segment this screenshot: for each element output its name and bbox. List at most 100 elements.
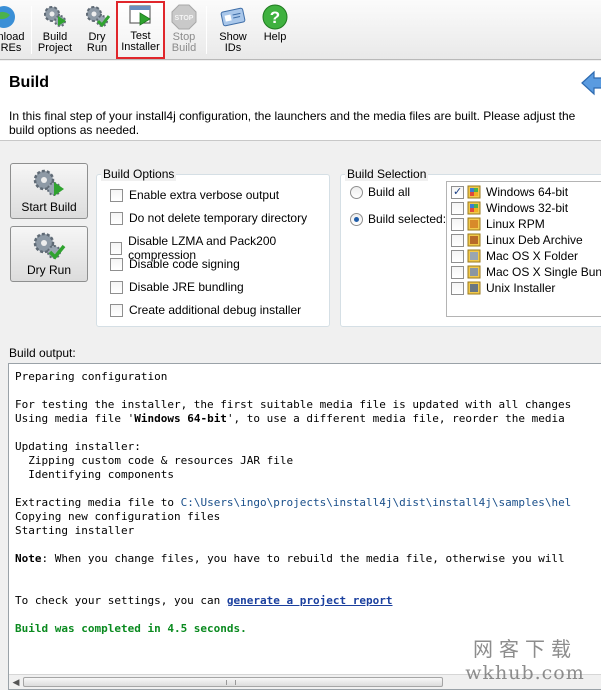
media-file-icon bbox=[467, 217, 481, 231]
output-line: Preparing configuration bbox=[15, 370, 168, 383]
dry-run-label: Dry Run bbox=[86, 31, 108, 54]
option-label: Disable JRE bundling bbox=[129, 280, 244, 294]
checkbox-checked[interactable] bbox=[451, 185, 464, 199]
option-label: Do not delete temporary directory bbox=[129, 211, 308, 225]
option-label: Create additional debug installer bbox=[129, 303, 302, 317]
watermark-line1: 网客下载 bbox=[473, 637, 577, 661]
output-line: Copying new configuration files bbox=[15, 510, 221, 523]
option-label: Disable code signing bbox=[129, 257, 240, 271]
output-line: Starting installer bbox=[15, 524, 135, 537]
option-debug-installer[interactable]: Create additional debug installer bbox=[110, 303, 301, 317]
output-line: Identifying components bbox=[15, 468, 174, 481]
show-ids-label: Show IDs bbox=[219, 31, 247, 54]
dry-run-button[interactable]: Dry Run bbox=[80, 3, 114, 57]
build-selection-group: Build Selection Build all Build selected… bbox=[340, 167, 601, 327]
grip-icon bbox=[226, 680, 236, 685]
show-ids-button[interactable]: Show IDs bbox=[213, 3, 253, 57]
svg-text:STOP: STOP bbox=[175, 15, 194, 22]
watermark: 网客下载 wkhub.com bbox=[455, 633, 595, 684]
option-keep-temp[interactable]: Do not delete temporary directory bbox=[110, 211, 307, 225]
build-output-label: Build output: bbox=[9, 346, 76, 360]
output-line: For testing the installer, the first sui… bbox=[15, 398, 572, 411]
download-jres-button[interactable]: nload REs bbox=[0, 3, 26, 57]
checkbox[interactable] bbox=[451, 265, 464, 279]
output-line: To check your settings, you can generate… bbox=[15, 594, 393, 607]
start-build-label: Start Build bbox=[21, 200, 77, 214]
checkbox[interactable] bbox=[451, 233, 464, 247]
help-button[interactable]: ? Help bbox=[259, 3, 291, 57]
build-selected-label: Build selected: bbox=[368, 212, 447, 226]
list-item[interactable]: Linux Deb Archive bbox=[451, 232, 583, 248]
stop-sign-icon: STOP bbox=[171, 4, 197, 30]
gears-build-icon bbox=[33, 169, 64, 196]
scrollbar-thumb[interactable] bbox=[23, 677, 443, 687]
toolbar: nload REs Build Project Dry Run Test Ins… bbox=[0, 0, 601, 60]
option-verbose[interactable]: Enable extra verbose output bbox=[110, 188, 279, 202]
list-item[interactable]: Linux RPM bbox=[451, 216, 545, 232]
media-file-icon bbox=[467, 265, 481, 279]
build-all-label: Build all bbox=[368, 185, 411, 199]
list-item[interactable]: Windows 64-bit bbox=[451, 184, 568, 200]
svg-text:?: ? bbox=[270, 8, 280, 27]
option-disable-jre[interactable]: Disable JRE bundling bbox=[110, 280, 244, 294]
radio[interactable] bbox=[350, 185, 363, 199]
list-item[interactable]: Mac OS X Folder bbox=[451, 248, 578, 264]
media-file-icon bbox=[467, 233, 481, 247]
list-item[interactable]: Unix Installer bbox=[451, 280, 555, 296]
build-all-radio[interactable]: Build all bbox=[350, 185, 410, 199]
list-item[interactable]: Windows 32-bit bbox=[451, 200, 568, 216]
media-label: Mac OS X Folder bbox=[486, 249, 579, 263]
checkbox[interactable] bbox=[451, 249, 464, 263]
dry-run-big-label: Dry Run bbox=[26, 263, 71, 277]
list-item[interactable]: Mac OS X Single Bundle bbox=[451, 264, 601, 280]
gears-build-icon bbox=[44, 6, 66, 27]
gears-check-icon bbox=[86, 6, 110, 28]
media-file-icon bbox=[467, 281, 481, 295]
toolbar-separator bbox=[206, 6, 207, 54]
window-play-icon bbox=[128, 5, 151, 26]
build-options-group: Build Options Enable extra verbose outpu… bbox=[96, 167, 330, 327]
media-label: Unix Installer bbox=[486, 281, 556, 295]
build-project-button[interactable]: Build Project bbox=[36, 3, 74, 57]
stop-build-button[interactable]: STOP Stop Build bbox=[168, 3, 200, 57]
media-file-list[interactable]: Windows 64-bit Windows 32-bit Linux RPM … bbox=[446, 181, 601, 317]
radio-selected[interactable] bbox=[350, 212, 363, 226]
checkbox[interactable] bbox=[110, 303, 123, 317]
checkbox[interactable] bbox=[451, 281, 464, 295]
scroll-left-icon[interactable]: ◀ bbox=[11, 677, 21, 687]
checkbox[interactable] bbox=[110, 188, 123, 202]
test-installer-button[interactable]: Test Installer bbox=[116, 1, 165, 59]
media-label: Windows 32-bit bbox=[486, 201, 569, 215]
media-file-icon bbox=[467, 249, 481, 263]
watermark-line2: wkhub.com bbox=[465, 662, 585, 684]
build-options-title: Build Options bbox=[101, 167, 177, 181]
output-line: Note: When you change files, you have to… bbox=[15, 552, 565, 565]
checkbox[interactable] bbox=[451, 201, 464, 215]
checkbox[interactable] bbox=[110, 280, 123, 294]
output-line-success: Build was completed in 4.5 seconds. bbox=[15, 622, 247, 635]
page-title: Build bbox=[9, 74, 49, 91]
output-line: Zipping custom code & resources JAR file bbox=[15, 454, 294, 467]
checkbox[interactable] bbox=[451, 217, 464, 231]
generate-report-link[interactable]: generate a project report bbox=[227, 594, 393, 607]
help-label: Help bbox=[263, 31, 287, 43]
media-label: Linux RPM bbox=[486, 217, 545, 231]
media-file-icon bbox=[467, 201, 481, 215]
option-disable-signing[interactable]: Disable code signing bbox=[110, 257, 240, 271]
toolbar-separator bbox=[31, 6, 32, 54]
build-selected-radio[interactable]: Build selected: bbox=[350, 212, 446, 226]
checkbox[interactable] bbox=[110, 211, 123, 225]
start-build-button[interactable]: Start Build bbox=[10, 163, 88, 219]
build-selection-title: Build Selection bbox=[345, 167, 429, 181]
dry-run-big-button[interactable]: Dry Run bbox=[10, 226, 88, 282]
output-line: Updating installer: bbox=[15, 440, 141, 453]
media-label: Linux Deb Archive bbox=[486, 233, 583, 247]
output-line: Using media file 'Windows 64-bit', to us… bbox=[15, 412, 565, 425]
help-question-icon: ? bbox=[262, 4, 288, 30]
gears-check-icon bbox=[33, 232, 66, 260]
checkbox[interactable] bbox=[110, 241, 123, 255]
back-arrow-icon[interactable] bbox=[580, 69, 601, 97]
build-project-label: Build Project bbox=[37, 31, 73, 54]
checkbox[interactable] bbox=[110, 257, 123, 271]
download-jres-label: nload REs bbox=[0, 31, 25, 54]
